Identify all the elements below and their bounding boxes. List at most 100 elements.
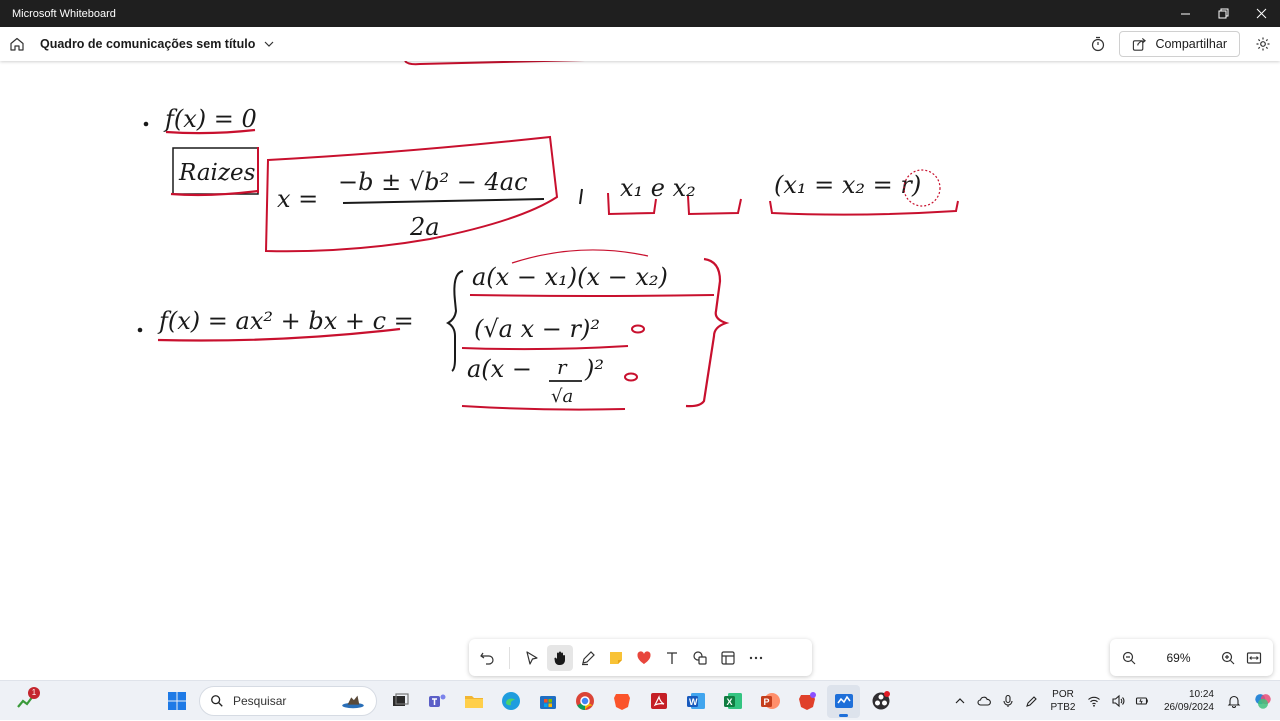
minimize-button[interactable]	[1166, 0, 1204, 27]
task-view-icon	[392, 693, 409, 706]
search-highlight-icon	[342, 695, 364, 709]
copilot-button[interactable]	[1246, 681, 1280, 721]
whiteboard-icon	[834, 694, 853, 708]
chrome-icon	[575, 692, 594, 710]
gear-icon	[1256, 37, 1270, 51]
sticky-note-tool[interactable]	[603, 645, 629, 671]
notifications-button[interactable]	[1222, 681, 1246, 721]
brave-beta-app[interactable]	[790, 685, 823, 718]
chevron-down-icon	[264, 41, 274, 47]
volume-tray[interactable]	[1106, 681, 1130, 721]
cloud-icon	[977, 696, 991, 706]
language-code: POR	[1052, 689, 1074, 700]
chrome-app[interactable]	[568, 685, 601, 718]
select-tool[interactable]	[519, 645, 545, 671]
whiteboard-app[interactable]	[827, 684, 860, 718]
restore-button[interactable]	[1204, 0, 1242, 27]
restore-icon	[1218, 8, 1228, 19]
undo-button[interactable]	[474, 645, 500, 671]
file-explorer-app[interactable]	[457, 685, 490, 718]
svg-text:W: W	[689, 697, 698, 707]
pen-menu-tray[interactable]	[1020, 681, 1044, 721]
shapes-icon	[693, 650, 707, 665]
start-button[interactable]	[160, 685, 193, 718]
show-hidden-icons-button[interactable]	[948, 681, 972, 721]
wifi-icon	[1088, 696, 1100, 707]
clock[interactable]: 10:24 26/09/2024	[1154, 688, 1214, 714]
teams-icon	[428, 694, 445, 707]
pen-tool[interactable]	[575, 645, 601, 671]
templates-tool[interactable]	[715, 645, 741, 671]
volume-icon	[1112, 694, 1125, 708]
shapes-tool[interactable]	[687, 645, 713, 671]
chevron-up-icon	[955, 698, 965, 704]
obs-app[interactable]	[864, 685, 897, 718]
ink-formula-numerator: −b ± √b² − 4ac	[338, 168, 528, 196]
settings-button[interactable]	[1248, 29, 1278, 59]
fit-to-screen-button[interactable]	[1241, 645, 1267, 671]
brave-app[interactable]	[605, 685, 638, 718]
store-app[interactable]	[531, 685, 564, 718]
timer-button[interactable]	[1083, 29, 1113, 59]
close-icon	[1256, 8, 1266, 19]
acrobat-app[interactable]	[642, 685, 675, 718]
zoom-level[interactable]: 69%	[1142, 651, 1215, 665]
microphone-icon	[1003, 694, 1013, 707]
templates-icon	[721, 650, 735, 665]
text-tool[interactable]	[659, 645, 685, 671]
battery-tray[interactable]	[1130, 681, 1154, 721]
zoom-in-button[interactable]	[1215, 645, 1241, 671]
home-button[interactable]	[0, 27, 34, 61]
windows-taskbar: 1 Pesquisar W X P POR PTB2 10:24 26/09/2…	[0, 680, 1280, 720]
acrobat-icon	[650, 693, 667, 709]
teams-app[interactable]	[420, 685, 453, 718]
reactions-tool[interactable]	[631, 645, 657, 671]
pen-tray-icon	[1026, 696, 1037, 707]
ink-formula-denominator: 2a	[409, 213, 440, 241]
zoom-out-button[interactable]	[1116, 645, 1142, 671]
ink-form-factored: a(x − x₁)(x − x₂)	[472, 263, 668, 291]
ink-layer: f(x) = 0 Raizes x = −b ± √b² − 4ac 2a x₁…	[137, 61, 959, 411]
zoom-control: 69%	[1110, 639, 1273, 676]
clock-date: 26/09/2024	[1163, 702, 1214, 713]
zoom-in-icon	[1221, 651, 1235, 664]
svg-text:X: X	[726, 697, 732, 707]
microphone-tray[interactable]	[996, 681, 1020, 721]
edge-app[interactable]	[494, 685, 527, 718]
store-icon	[539, 696, 556, 709]
close-button[interactable]	[1242, 0, 1280, 27]
heart-icon	[637, 650, 651, 664]
ink-double-root: (x₁ = x₂ = r)	[774, 171, 921, 199]
share-button[interactable]: Compartilhar	[1119, 31, 1240, 57]
pen-icon	[582, 650, 595, 665]
share-icon	[1133, 37, 1147, 51]
whiteboard-canvas[interactable]: f(x) = 0 Raizes x = −b ± √b² − 4ac 2a x₁…	[0, 61, 1280, 680]
board-title-dropdown[interactable]: Quadro de comunicações sem título	[40, 37, 275, 51]
keyboard-layout: PTB2	[1050, 702, 1076, 713]
taskbar-search[interactable]: Pesquisar	[199, 686, 377, 716]
system-tray: POR PTB2 10:24 26/09/2024	[948, 681, 1280, 721]
input-language[interactable]: POR PTB2	[1044, 688, 1082, 714]
timer-icon	[1092, 36, 1105, 52]
onedrive-tray[interactable]	[972, 681, 996, 721]
hand-icon	[554, 651, 565, 665]
more-button[interactable]	[743, 645, 769, 671]
excel-icon: X	[723, 693, 742, 709]
excel-app[interactable]: X	[716, 685, 749, 718]
app-header: Quadro de comunicações sem título Compar…	[0, 27, 1280, 61]
task-view-button[interactable]	[383, 685, 416, 718]
inking-toolbar	[469, 639, 812, 676]
obs-icon	[872, 691, 890, 710]
wifi-tray[interactable]	[1082, 681, 1106, 721]
search-icon	[211, 695, 223, 707]
hand-tool[interactable]	[547, 644, 573, 671]
ink-form-vertex-head: a(x −	[467, 355, 532, 383]
ink-f-equals-zero: f(x) = 0	[163, 105, 257, 133]
widgets-button[interactable]: 1	[0, 681, 52, 721]
powerpoint-app[interactable]: P	[753, 685, 786, 718]
share-label: Compartilhar	[1155, 37, 1227, 51]
minimize-icon	[1180, 13, 1190, 15]
taskbar-apps: Pesquisar W X P	[160, 681, 897, 721]
battery-icon	[1135, 697, 1148, 705]
word-app[interactable]: W	[679, 685, 712, 718]
